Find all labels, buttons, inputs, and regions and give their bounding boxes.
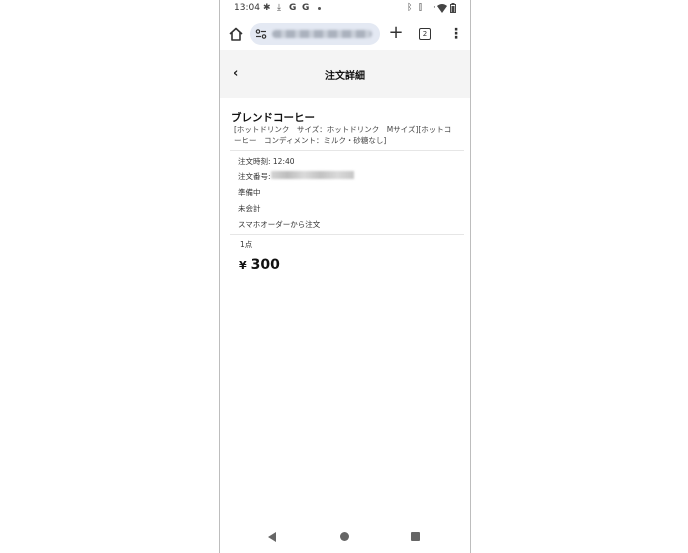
vibrate-icon: ⫿ xyxy=(419,3,422,13)
wifi-icon xyxy=(437,4,447,13)
notification-dot-icon xyxy=(318,7,321,10)
nav-home-icon[interactable] xyxy=(340,532,349,541)
price-amount: 300 xyxy=(250,257,280,273)
home-icon[interactable] xyxy=(228,26,244,42)
download-icon: ⤓ xyxy=(277,3,281,13)
payment-status: 未会計 xyxy=(238,204,261,213)
order-number-label: 注文番号: xyxy=(238,172,271,181)
site-settings-icon[interactable] xyxy=(255,28,267,40)
phone-screen: 13:04 ✱ ⤓ G G ᛒ ⫿ · + 2 ⋮ ‹ 注文詳細 ブレンドコーヒ… xyxy=(219,0,471,553)
nav-recents-icon[interactable] xyxy=(411,532,420,541)
status-bar: 13:04 ✱ ⤓ G G ᛒ ⫿ · xyxy=(220,0,470,18)
google-g-icon: G xyxy=(302,3,310,13)
google-g-icon: G xyxy=(289,3,297,13)
currency-symbol: ¥ xyxy=(239,259,247,272)
order-status: 準備中 xyxy=(238,188,261,197)
new-tab-button[interactable]: + xyxy=(387,23,405,43)
total-price: ¥300 xyxy=(239,254,280,273)
order-source: スマホオーダーから注文 xyxy=(238,220,321,229)
url-text-blurred xyxy=(272,30,372,38)
product-name: ブレンドコーヒー xyxy=(231,112,315,124)
divider xyxy=(230,234,464,235)
order-time: 注文時刻: 12:40 xyxy=(238,157,295,166)
nav-back-icon[interactable] xyxy=(268,532,276,542)
browser-toolbar: + 2 ⋮ xyxy=(220,18,470,50)
system-nav-bar xyxy=(220,522,470,552)
gear-icon: ✱ xyxy=(263,3,271,13)
divider xyxy=(230,150,464,151)
item-quantity: 1点 xyxy=(240,240,253,249)
product-options: [ホットドリンク サイズ：ホットドリンク Mサイズ][ホットコーヒー コンディメ… xyxy=(234,125,452,145)
page-header: ‹ 注文詳細 xyxy=(220,50,470,98)
notification-dot-icon: · xyxy=(433,3,436,13)
bluetooth-icon: ᛒ xyxy=(407,3,413,13)
page-title: 注文詳細 xyxy=(325,71,365,82)
address-bar[interactable] xyxy=(250,23,380,45)
more-menu-button[interactable]: ⋮ xyxy=(449,26,463,42)
battery-icon xyxy=(450,3,456,13)
tab-switcher-button[interactable]: 2 xyxy=(419,28,431,40)
status-time: 13:04 xyxy=(234,3,260,13)
order-number-blurred xyxy=(271,171,354,179)
